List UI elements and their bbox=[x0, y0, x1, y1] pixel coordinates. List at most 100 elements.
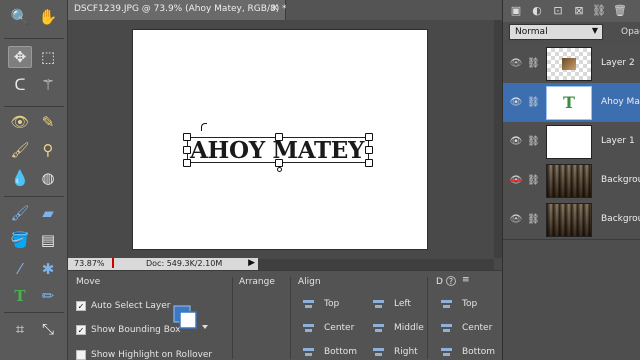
auto-select-layer-option[interactable]: ✓ Auto Select Layer bbox=[76, 301, 170, 311]
show-highlight-checkbox[interactable] bbox=[76, 350, 86, 360]
move-icon[interactable]: ✥ bbox=[8, 46, 32, 68]
status-menu-arrow-icon[interactable]: ▶ bbox=[248, 258, 255, 268]
red-eye-icon[interactable]: 👁 bbox=[8, 111, 32, 133]
auto-select-checkbox[interactable]: ✓ bbox=[76, 301, 86, 311]
close-tab-icon[interactable]: ✕ bbox=[271, 3, 279, 14]
align-top-button[interactable]: Top bbox=[302, 298, 339, 310]
transform-handle-top-right[interactable] bbox=[365, 133, 373, 141]
align-right-button[interactable]: Right bbox=[372, 346, 418, 358]
divider bbox=[232, 277, 233, 359]
align-left-icon bbox=[372, 298, 386, 310]
shape-icon[interactable]: ✱ bbox=[36, 258, 60, 280]
show-bounding-checkbox[interactable]: ✓ bbox=[76, 325, 86, 335]
transform-handle-top-left[interactable] bbox=[183, 133, 191, 141]
blend-mode-select[interactable]: Normal ▼ bbox=[509, 24, 603, 40]
layer-link-icon[interactable]: ⛓ bbox=[527, 136, 540, 147]
blur-icon[interactable]: 💧 bbox=[8, 167, 32, 189]
new-layer-icon[interactable]: ▣ bbox=[509, 4, 523, 17]
rotate-handle[interactable] bbox=[277, 167, 282, 172]
distribute-top-button[interactable]: Top bbox=[440, 298, 477, 310]
zoom-icon[interactable]: 🔍 bbox=[8, 6, 32, 28]
gradient-icon[interactable]: ▤ bbox=[36, 229, 60, 251]
eye-hidden-icon[interactable]: 👁 bbox=[509, 214, 523, 226]
layer-row[interactable]: 👁 ⛓ Backgrou bbox=[503, 200, 640, 240]
arrange-icon[interactable] bbox=[172, 302, 210, 336]
show-bounding-box-option[interactable]: ✓ Show Bounding Box bbox=[76, 325, 180, 335]
layer-row[interactable]: 👁 ⛓ T Ahoy Mate bbox=[503, 83, 640, 123]
layer-thumbnail: T bbox=[546, 86, 592, 120]
arrange-title: Arrange bbox=[239, 277, 275, 287]
distribute-top-icon bbox=[440, 298, 454, 310]
align-right-icon bbox=[372, 346, 386, 358]
magic-wand-icon[interactable]: ⚚ bbox=[36, 74, 60, 96]
straighten-icon[interactable]: ⤡ bbox=[36, 318, 60, 340]
clone-stamp-icon[interactable]: ⚲ bbox=[36, 139, 60, 161]
document-size: Doc: 549.3K/2.10M bbox=[146, 259, 223, 268]
layer-link-icon[interactable]: ⛓ bbox=[527, 97, 540, 108]
show-highlight-option[interactable]: Show Highlight on Rollover bbox=[76, 350, 212, 360]
align-title: Align bbox=[298, 277, 321, 287]
marquee-icon[interactable]: ⬚ bbox=[36, 46, 60, 68]
eye-hidden-icon[interactable]: 👁 bbox=[509, 175, 523, 187]
lasso-icon[interactable]: ᑕ bbox=[8, 74, 32, 96]
layer-name: Backgrou bbox=[601, 175, 640, 185]
layer-row[interactable]: 👁 ⛓ Backgrou bbox=[503, 161, 640, 201]
distribute-center-button[interactable]: Center bbox=[440, 322, 492, 334]
paint-bucket-icon[interactable]: 🪣 bbox=[8, 229, 32, 251]
eyedropper-icon[interactable]: ⁄ bbox=[8, 258, 32, 280]
align-left-button[interactable]: Left bbox=[372, 298, 411, 310]
layer-link-icon[interactable]: ⛓ bbox=[527, 175, 540, 186]
eye-icon[interactable]: 👁 bbox=[509, 136, 523, 148]
transform-handle-middle-right[interactable] bbox=[365, 146, 373, 154]
align-bottom-button[interactable]: Bottom bbox=[302, 346, 357, 358]
help-icon[interactable]: ? bbox=[446, 276, 456, 286]
align-bottom-icon bbox=[302, 346, 316, 358]
transform-handle-top-center[interactable] bbox=[275, 133, 283, 141]
eye-hidden-icon[interactable]: 👁 bbox=[509, 58, 523, 70]
link-layers-icon[interactable]: ⛓ bbox=[592, 4, 606, 17]
transform-handle-bottom-left[interactable] bbox=[183, 159, 191, 167]
eraser-icon[interactable]: ▰ bbox=[36, 202, 60, 224]
align-label: Top bbox=[324, 299, 340, 309]
hand-icon[interactable]: ✋ bbox=[36, 6, 60, 28]
distribute-label: Center bbox=[462, 323, 493, 333]
options-menu-icon[interactable]: ≡ bbox=[462, 275, 470, 285]
pencil-icon[interactable]: ✏ bbox=[36, 285, 60, 307]
healing-brush-icon[interactable]: ✎ bbox=[36, 111, 60, 133]
image-canvas[interactable]: AHOY MATEY bbox=[132, 29, 428, 250]
clipping-mask-icon[interactable]: ⊡ bbox=[551, 4, 565, 17]
layer-link-icon[interactable]: ⛓ bbox=[527, 214, 540, 225]
zoom-level[interactable]: 73.87% bbox=[74, 259, 105, 268]
align-middle-button[interactable]: Middle bbox=[372, 322, 424, 334]
vertical-scrollbar[interactable] bbox=[494, 20, 502, 258]
layer-link-icon[interactable]: ⛓ bbox=[527, 58, 540, 69]
brush-icon[interactable]: 🖌 bbox=[8, 202, 32, 224]
eye-icon[interactable]: 👁 bbox=[509, 97, 523, 109]
layer-row[interactable]: 👁 ⛓ Layer 2 bbox=[503, 44, 640, 84]
tool-options-bar: Move ✓ Auto Select Layer ✓ Show Bounding… bbox=[68, 270, 502, 360]
transform-handle-middle-left[interactable] bbox=[183, 146, 191, 154]
smart-brush-icon[interactable]: 🖌 bbox=[8, 139, 32, 161]
distribute-center-icon bbox=[440, 322, 454, 334]
delete-layer-icon[interactable]: 🗑 bbox=[613, 4, 627, 17]
layer-row[interactable]: 👁 ⛓ Layer 1 bbox=[503, 122, 640, 162]
layer-name: Backgrou bbox=[601, 214, 640, 224]
layer-thumbnail bbox=[546, 164, 592, 198]
adjustment-layer-icon[interactable]: ◐ bbox=[530, 4, 544, 17]
lock-icon[interactable]: ⊠ bbox=[572, 4, 586, 17]
horizontal-scrollbar[interactable] bbox=[258, 259, 494, 270]
tab-strip bbox=[286, 0, 502, 20]
align-top-icon bbox=[302, 298, 316, 310]
transform-handle-bottom-right[interactable] bbox=[365, 159, 373, 167]
align-center-button[interactable]: Center bbox=[302, 322, 354, 334]
distribute-bottom-button[interactable]: Bottom bbox=[440, 346, 495, 358]
transform-handle-bottom-center[interactable] bbox=[275, 159, 283, 167]
sponge-icon[interactable]: ◍ bbox=[36, 167, 60, 189]
layers-toolbar: ▣ ◐ ⊡ ⊠ ⛓ 🗑 bbox=[503, 0, 640, 22]
auto-select-label: Auto Select Layer bbox=[91, 301, 171, 311]
type-icon[interactable]: T bbox=[8, 285, 32, 307]
align-label: Left bbox=[394, 299, 411, 309]
crop-icon[interactable]: ⌗ bbox=[8, 318, 32, 340]
align-label: Middle bbox=[394, 323, 424, 333]
document-tab[interactable]: DSCF1239.JPG @ 73.9% (Ahoy Matey, RGB/8)… bbox=[68, 0, 287, 20]
